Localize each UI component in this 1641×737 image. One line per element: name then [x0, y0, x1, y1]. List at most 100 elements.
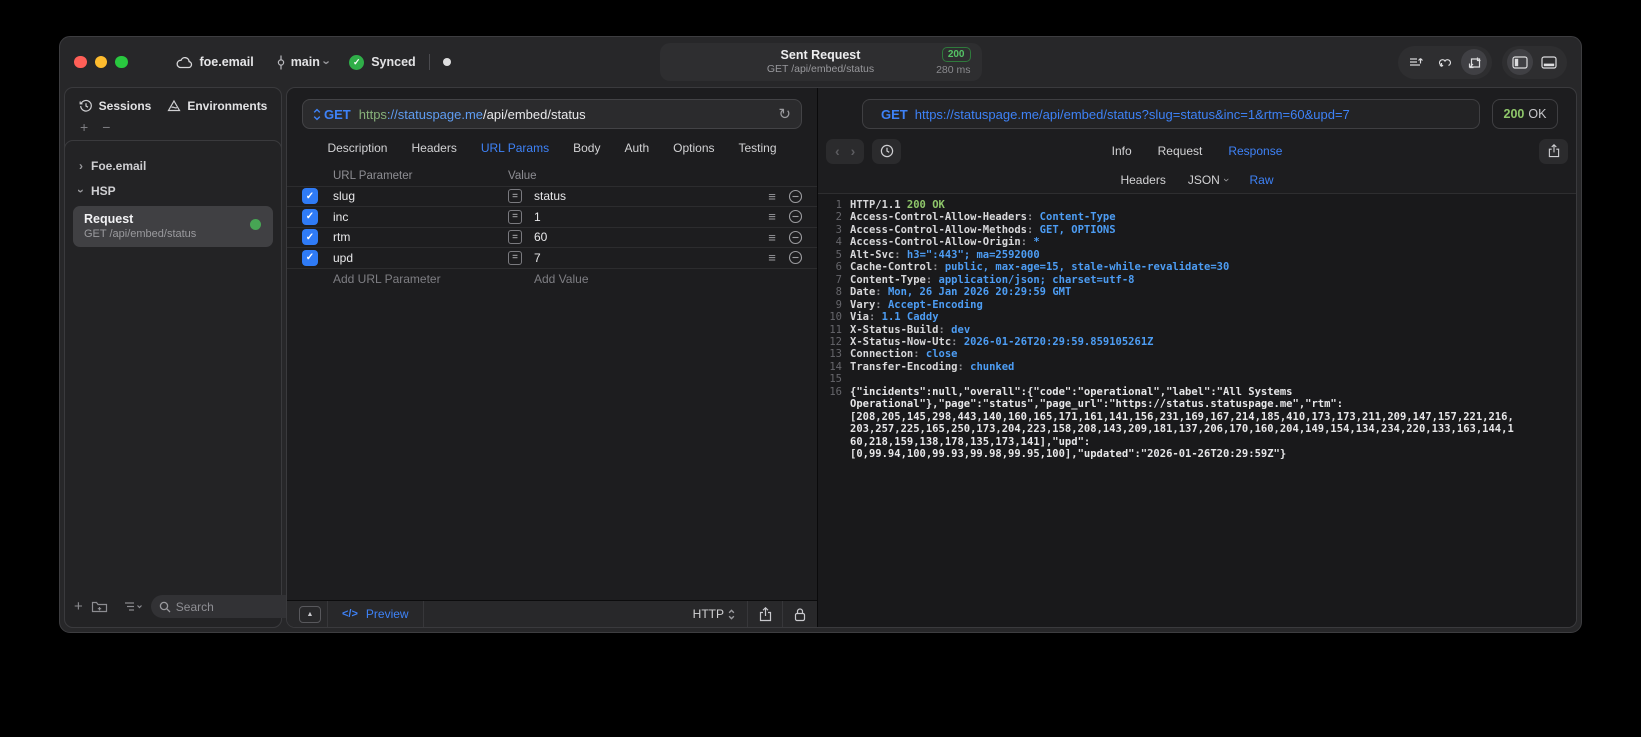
- project-switcher[interactable]: foe.email: [176, 55, 254, 69]
- preview-button[interactable]: </> Preview: [342, 607, 409, 621]
- header-value: GET, OPTIONS: [1039, 223, 1116, 236]
- url-params-table: URL Parameter Value ✓ slug = status ≡ ✓: [287, 166, 817, 289]
- response-raw-view[interactable]: 1 HTTP/1.1 200 OK 2 Access-Control-Allow-H…: [818, 193, 1576, 627]
- param-value-field[interactable]: 1: [534, 210, 759, 224]
- add-param-value-placeholder[interactable]: Add Value: [534, 272, 759, 286]
- tab-body[interactable]: Body: [573, 141, 600, 155]
- subtab-headers[interactable]: Headers: [1120, 173, 1165, 187]
- status-code-badge: 200: [941, 47, 971, 62]
- expand-panel-button[interactable]: ▲: [299, 605, 321, 623]
- request-editor-panel: GET https://statuspage.me/api/embed/stat…: [287, 88, 818, 627]
- param-value-field[interactable]: status: [534, 189, 759, 203]
- new-request-button[interactable]: +: [74, 599, 83, 614]
- response-blank-line: 15: [818, 373, 1576, 385]
- response-header-line: 10 Via: 1.1 Caddy: [818, 311, 1576, 323]
- line-number: 5: [835, 248, 842, 261]
- sync-branches-button[interactable]: [1432, 49, 1458, 75]
- minimize-window-button[interactable]: [94, 55, 107, 69]
- param-value-field[interactable]: 60: [534, 230, 759, 244]
- reorder-handle-icon[interactable]: ≡: [759, 250, 785, 265]
- zoom-window-button[interactable]: [115, 55, 128, 69]
- protocol-selector[interactable]: HTTP: [693, 607, 735, 621]
- param-checkbox[interactable]: ✓: [302, 229, 318, 246]
- tab-testing[interactable]: Testing: [739, 141, 777, 155]
- tab-info[interactable]: Info: [1112, 144, 1132, 158]
- branch-switcher[interactable]: main ›: [276, 55, 335, 70]
- response-top-row: GET https://statuspage.me/api/embed/statu…: [862, 99, 1558, 129]
- json-body-text: [0,99.94,100,99.93,99.98,99.95,100],"upd…: [850, 448, 1287, 461]
- sent-request-summary[interactable]: Sent Request GET /api/embed/status 200 2…: [659, 43, 982, 81]
- tab-description[interactable]: Description: [327, 141, 387, 155]
- sent-request-url[interactable]: GET https://statuspage.me/api/embed/statu…: [862, 99, 1480, 129]
- header-name: Transfer-Encoding: [850, 360, 958, 373]
- resend-request-icon[interactable]: ↻: [778, 107, 791, 122]
- tab-headers[interactable]: Headers: [411, 141, 456, 155]
- sort-requests-button[interactable]: [1403, 49, 1429, 75]
- add-session-button[interactable]: +: [80, 119, 88, 135]
- tree-group-hsp[interactable]: › HSP: [65, 178, 281, 203]
- response-header-line: 9 Vary: Accept-Encoding: [818, 299, 1576, 311]
- new-folder-button[interactable]: [91, 599, 108, 614]
- tab-request[interactable]: Request: [1158, 144, 1203, 158]
- tab-url-params[interactable]: URL Params: [481, 141, 549, 155]
- subtab-json-label: JSON: [1187, 172, 1220, 187]
- param-value-field[interactable]: 7: [534, 251, 759, 265]
- equals-operator-icon[interactable]: =: [508, 189, 522, 204]
- reorder-handle-icon[interactable]: ≡: [759, 189, 785, 204]
- response-header-line: 12 X-Status-Now-Utc: 2026-01-26T20:29:59.…: [818, 336, 1576, 348]
- param-name-field[interactable]: slug: [333, 189, 508, 203]
- remove-param-icon[interactable]: [785, 230, 805, 245]
- header-separator: :: [951, 335, 964, 348]
- equals-operator-icon[interactable]: =: [508, 209, 522, 224]
- subtab-raw[interactable]: Raw: [1250, 173, 1274, 187]
- response-viewer-panel: GET https://statuspage.me/api/embed/statu…: [818, 88, 1576, 627]
- request-url-input[interactable]: https://statuspage.me/api/embed/status: [359, 107, 586, 122]
- line-number: [818, 436, 850, 448]
- equals-operator-icon[interactable]: =: [508, 250, 522, 265]
- tree-group-foe-email[interactable]: › Foe.email: [65, 153, 281, 178]
- request-url-bar[interactable]: GET https://statuspage.me/api/embed/stat…: [302, 99, 802, 129]
- equals-operator-icon[interactable]: =: [508, 230, 522, 245]
- method-selector[interactable]: GET: [313, 107, 351, 122]
- tab-sessions[interactable]: Sessions: [79, 99, 151, 113]
- add-param-name-placeholder[interactable]: Add URL Parameter: [333, 272, 508, 286]
- param-name-field[interactable]: inc: [333, 210, 508, 224]
- reorder-handle-icon[interactable]: ≡: [759, 230, 785, 245]
- sort-filter-button[interactable]: [124, 600, 143, 613]
- tab-auth[interactable]: Auth: [624, 141, 649, 155]
- header-value: Content-Type: [1039, 211, 1116, 224]
- toggle-left-panel-button[interactable]: [1507, 49, 1533, 75]
- lock-request-button[interactable]: [783, 601, 817, 627]
- sync-status[interactable]: ✓ Synced: [349, 54, 416, 70]
- toggle-bottom-panel-button[interactable]: [1536, 49, 1562, 75]
- tab-environments[interactable]: Environments: [167, 99, 267, 113]
- line-number: [818, 448, 850, 460]
- remove-param-icon[interactable]: [785, 189, 805, 204]
- header-value: Accept-Encoding: [887, 298, 983, 311]
- tree-group-label: Foe.email: [91, 158, 147, 173]
- import-request-button[interactable]: [1461, 49, 1487, 75]
- response-header-line: 2 Access-Control-Allow-Headers: Content-T…: [818, 211, 1576, 223]
- url-path: /api/embed/status: [483, 106, 586, 122]
- param-checkbox[interactable]: ✓: [302, 249, 318, 266]
- param-name-field[interactable]: rtm: [333, 230, 508, 244]
- close-window-button[interactable]: [74, 55, 87, 69]
- request-list-item-selected[interactable]: Request GET /api/embed/status: [73, 206, 273, 247]
- share-request-button[interactable]: [748, 601, 782, 627]
- request-editor-footer: ▲ </> Preview HTTP: [287, 600, 817, 627]
- request-summary-path: GET /api/embed/status: [766, 63, 875, 76]
- header-name: Via: [850, 311, 869, 324]
- param-checkbox[interactable]: ✓: [302, 188, 318, 205]
- remove-session-button[interactable]: −: [102, 119, 110, 135]
- recording-dot-icon[interactable]: [442, 57, 452, 67]
- remove-param-icon[interactable]: [785, 250, 805, 265]
- header-separator: :: [1027, 211, 1040, 224]
- param-checkbox[interactable]: ✓: [302, 208, 318, 225]
- tab-options[interactable]: Options: [673, 141, 714, 155]
- reorder-handle-icon[interactable]: ≡: [759, 209, 785, 224]
- param-name-field[interactable]: upd: [333, 251, 508, 265]
- subtab-json[interactable]: JSON ›: [1187, 172, 1232, 187]
- json-body-text: 203,257,225,165,250,173,204,223,158,208,…: [850, 423, 1514, 436]
- tab-response[interactable]: Response: [1228, 144, 1282, 158]
- remove-param-icon[interactable]: [785, 209, 805, 224]
